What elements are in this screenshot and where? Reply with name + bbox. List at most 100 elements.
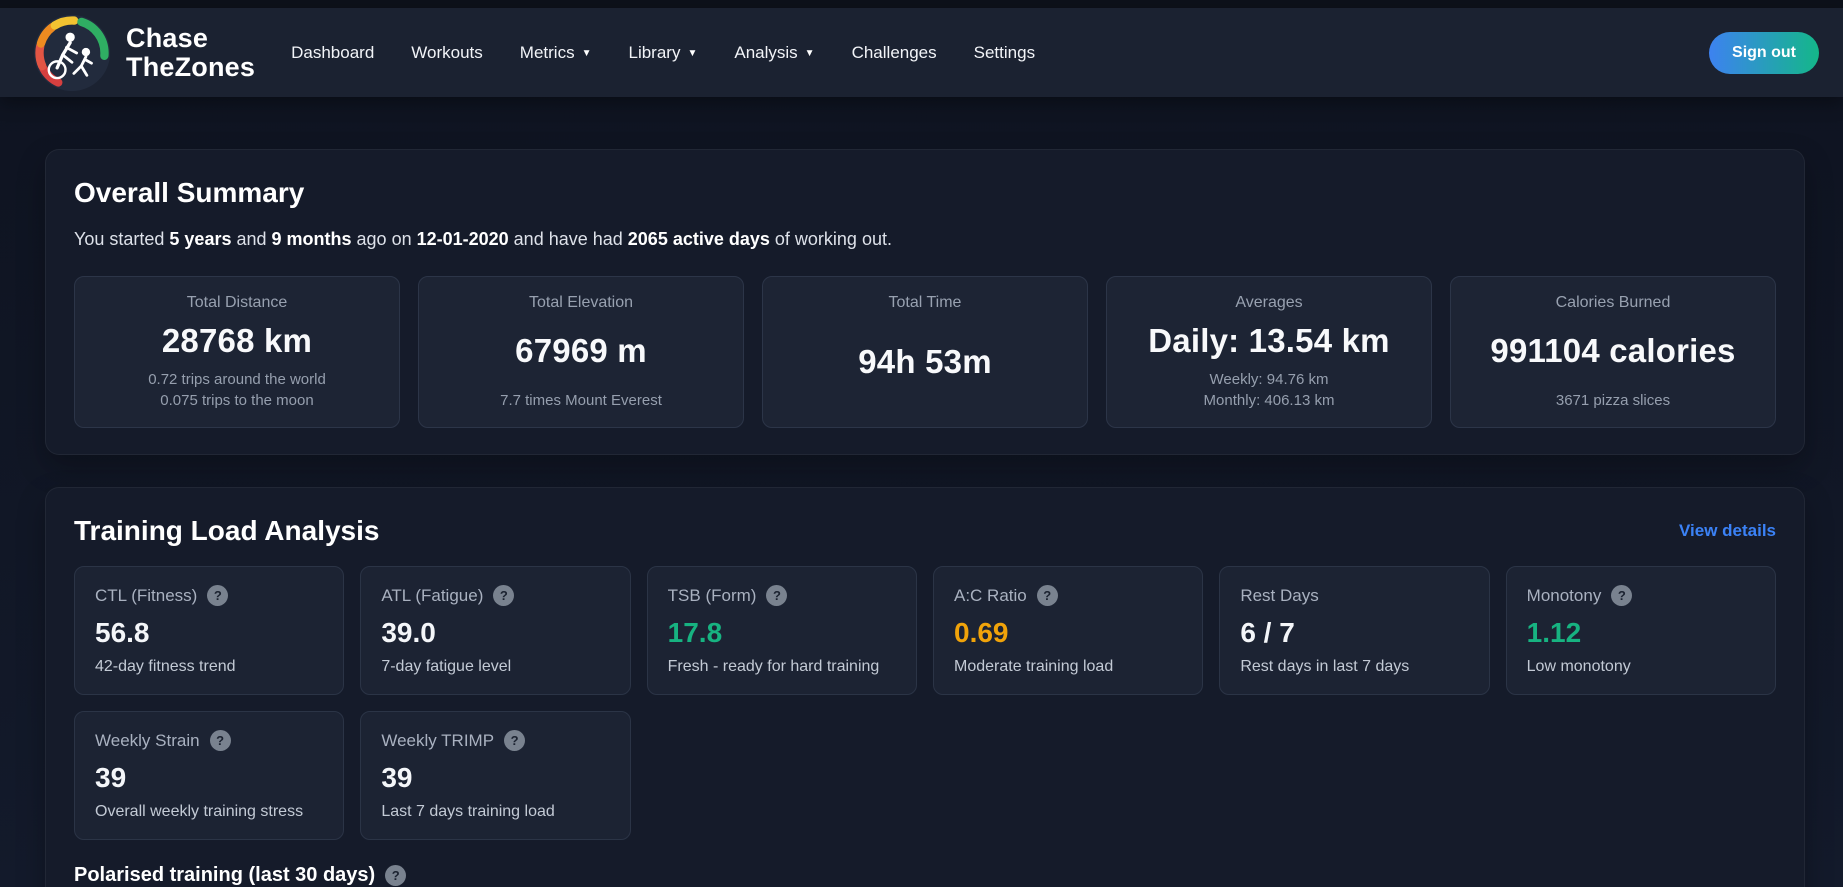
metric-value: 0.69 bbox=[954, 617, 1009, 648]
nav-item-label: Dashboard bbox=[291, 42, 375, 62]
stat-card: Calories Burned 991104 calories 3671 piz… bbox=[1450, 276, 1776, 428]
main-nav: Dashboard ▼ Workouts ▼ Metrics ▼ Library… bbox=[291, 43, 1035, 63]
training-load-title: Training Load Analysis bbox=[74, 515, 380, 546]
stat-subline: Weekly: 94.76 km bbox=[1209, 371, 1329, 388]
nav-item[interactable]: Challenges ▼ bbox=[852, 43, 937, 63]
stat-card: Total Elevation 67969 m 7.7 times Mount … bbox=[418, 276, 744, 428]
brand[interactable]: Chase TheZones bbox=[33, 14, 255, 92]
brand-name: Chase TheZones bbox=[126, 24, 255, 81]
intro-segment: 2065 active days bbox=[627, 229, 770, 249]
stat-value: 67969 m bbox=[515, 332, 647, 369]
stat-card: Total Distance 28768 km 0.72 trips aroun… bbox=[74, 276, 400, 428]
overall-summary-panel: Overall Summary You started 5 years and … bbox=[45, 149, 1805, 455]
help-icon[interactable]: ? bbox=[1611, 585, 1633, 606]
stat-card: Averages Daily: 13.54 km Weekly: 94.76 k… bbox=[1106, 276, 1432, 428]
stat-label: Total Time bbox=[888, 294, 962, 311]
metric-value: 39.0 bbox=[381, 617, 436, 648]
app-logo-icon bbox=[33, 14, 111, 91]
metric-label: ATL (Fatigue) bbox=[381, 586, 484, 605]
metric-description: Fresh - ready for hard training bbox=[667, 658, 880, 675]
nav-item-label: Settings bbox=[973, 42, 1036, 62]
help-icon[interactable]: ? bbox=[1036, 585, 1058, 606]
metric-description: Overall weekly training stress bbox=[95, 803, 304, 820]
intro-segment: You started bbox=[74, 229, 170, 249]
metric-description: Moderate training load bbox=[954, 658, 1114, 675]
page-top-gap bbox=[0, 0, 1843, 8]
page-content: Overall Summary You started 5 years and … bbox=[0, 97, 1843, 887]
stat-card: Total Time 94h 53m bbox=[762, 276, 1088, 428]
nav-item[interactable]: Library ▼ bbox=[628, 43, 697, 63]
training-load-panel: Training Load Analysis View details CTL … bbox=[45, 487, 1805, 887]
metric-value: 17.8 bbox=[667, 617, 723, 648]
metric-description: Last 7 days training load bbox=[381, 803, 555, 820]
stat-subline: 3671 pizza slices bbox=[1555, 392, 1671, 409]
stat-sublines: 3671 pizza slices bbox=[1556, 390, 1670, 411]
nav-item[interactable]: Workouts ▼ bbox=[411, 43, 483, 63]
intro-segment: and have had bbox=[508, 229, 628, 249]
stat-label: Total Distance bbox=[186, 294, 288, 311]
stat-subline: 0.72 trips around the world bbox=[148, 371, 326, 388]
nav-item[interactable]: Analysis ▼ bbox=[734, 43, 814, 63]
intro-segment: 5 years bbox=[169, 229, 232, 249]
nav-item-label: Workouts bbox=[411, 42, 483, 62]
intro-segment: of working out. bbox=[769, 229, 892, 249]
nav-item[interactable]: Dashboard ▼ bbox=[291, 43, 374, 63]
view-details-link[interactable]: View details bbox=[1679, 521, 1776, 541]
stat-subline: Monthly: 406.13 km bbox=[1203, 392, 1335, 409]
chevron-down-icon: ▼ bbox=[804, 48, 815, 59]
metric-label: TSB (Form) bbox=[667, 586, 757, 605]
overall-summary-title: Overall Summary bbox=[74, 177, 305, 208]
metric-tile: Weekly Strain ? 39 Overall weekly traini… bbox=[74, 711, 345, 840]
stat-value: 991104 calories bbox=[1490, 332, 1736, 369]
metric-description: Rest days in last 7 days bbox=[1240, 658, 1410, 675]
help-icon[interactable]: ? bbox=[493, 585, 515, 606]
intro-segment: 12-01-2020 bbox=[416, 229, 509, 249]
metric-label: Weekly Strain bbox=[95, 731, 200, 750]
stat-label: Calories Burned bbox=[1555, 294, 1671, 311]
metric-tile: ATL (Fatigue) ? 39.0 7-day fatigue level bbox=[360, 566, 631, 695]
intro-segment: ago on bbox=[351, 229, 417, 249]
stat-subline: 0.075 trips to the moon bbox=[160, 392, 314, 409]
metric-value: 39 bbox=[381, 762, 413, 793]
help-icon[interactable]: ? bbox=[207, 585, 229, 606]
help-icon[interactable]: ? bbox=[766, 585, 788, 606]
stat-value: Daily: 13.54 km bbox=[1148, 321, 1390, 359]
metric-tile: A:C Ratio ? 0.69 Moderate training load bbox=[933, 566, 1204, 695]
metric-tile: Rest Days ? 6 / 7 Rest days in last 7 da… bbox=[1219, 566, 1490, 695]
metric-value: 56.8 bbox=[95, 617, 150, 648]
metric-description: 7-day fatigue level bbox=[381, 658, 512, 675]
navbar: Chase TheZones Dashboard ▼ Workouts ▼ Me… bbox=[0, 8, 1843, 97]
summary-stat-cards: Total Distance 28768 km 0.72 trips aroun… bbox=[74, 276, 1776, 428]
metric-label: Rest Days bbox=[1240, 586, 1319, 605]
help-icon[interactable]: ? bbox=[385, 865, 407, 886]
metric-tiles: CTL (Fitness) ? 56.8 42-day fitness tren… bbox=[74, 566, 1776, 840]
help-icon[interactable]: ? bbox=[504, 730, 526, 751]
metric-tile: Weekly TRIMP ? 39 Last 7 days training l… bbox=[360, 711, 631, 840]
help-icon[interactable]: ? bbox=[209, 730, 231, 751]
stat-subline: 7.7 times Mount Everest bbox=[500, 392, 662, 409]
polarised-training-label: Polarised training (last 30 days) bbox=[74, 864, 376, 886]
stat-sublines: 0.72 trips around the world 0.075 trips t… bbox=[148, 369, 326, 411]
intro-segment: and bbox=[231, 229, 272, 249]
nav-item-label: Challenges bbox=[851, 42, 937, 62]
stat-label: Total Elevation bbox=[528, 294, 634, 311]
stat-sublines: 7.7 times Mount Everest bbox=[500, 390, 662, 411]
brand-line-1: Chase bbox=[126, 22, 209, 53]
chevron-down-icon: ▼ bbox=[581, 48, 592, 59]
nav-item-label: Library bbox=[628, 42, 681, 62]
metric-description: 42-day fitness trend bbox=[95, 658, 236, 675]
metric-value: 39 bbox=[95, 762, 127, 793]
metric-label: Monotony bbox=[1526, 586, 1602, 605]
nav-item-label: Metrics bbox=[519, 42, 575, 62]
stat-value: 94h 53m bbox=[858, 342, 992, 380]
nav-item[interactable]: Settings ▼ bbox=[974, 43, 1035, 63]
stat-value: 28768 km bbox=[161, 321, 313, 359]
nav-item[interactable]: Metrics ▼ bbox=[520, 43, 592, 63]
metric-description: Low monotony bbox=[1526, 658, 1631, 675]
chevron-down-icon: ▼ bbox=[687, 48, 698, 59]
metric-label: A:C Ratio bbox=[954, 586, 1027, 605]
metric-label: Weekly TRIMP bbox=[381, 731, 495, 750]
intro-segment: 9 months bbox=[271, 229, 352, 249]
metric-label: CTL (Fitness) bbox=[95, 586, 198, 605]
sign-out-button[interactable]: Sign out bbox=[1709, 31, 1819, 74]
